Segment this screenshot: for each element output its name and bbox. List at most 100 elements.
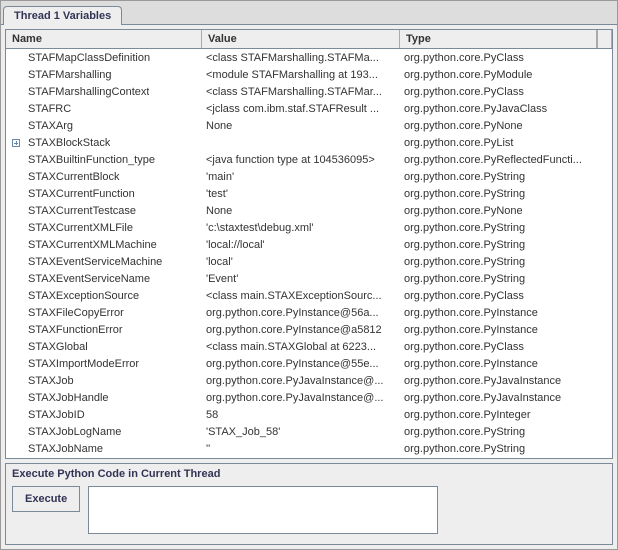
- cell-type: org.python.core.PyClass: [400, 290, 612, 302]
- cell-value: 'STAX_Job_58': [202, 426, 400, 438]
- col-header-name[interactable]: Name: [6, 30, 202, 48]
- cell-name: STAXJobLogName: [6, 426, 202, 438]
- cell-name: STAXCurrentXMLFile: [6, 222, 202, 234]
- cell-name: STAXCurrentXMLMachine: [6, 239, 202, 251]
- execute-row: Execute: [12, 486, 606, 534]
- tree-leaf-icon: [12, 105, 20, 113]
- table-row[interactable]: STAXCurrentXMLMachine'local://local'org.…: [6, 236, 612, 253]
- variable-name: STAFMarshalling: [22, 69, 112, 81]
- variable-name: STAXImportModeError: [22, 358, 139, 370]
- table-row[interactable]: STAFRC<jclass com.ibm.staf.STAFResult ..…: [6, 100, 612, 117]
- scrollbar-header-pad: [597, 30, 612, 48]
- table-row[interactable]: STAFMarshalling <module STAFMarshalling a…: [6, 66, 612, 83]
- cell-type: org.python.core.PyReflectedFuncti...: [400, 154, 612, 166]
- cell-type: org.python.core.PyInstance: [400, 358, 612, 370]
- table-row[interactable]: STAXArgNoneorg.python.core.PyNone: [6, 117, 612, 134]
- cell-value: 'test': [202, 188, 400, 200]
- table-row[interactable]: STAXEventServiceMachine'local'org.python…: [6, 253, 612, 270]
- cell-type: org.python.core.PyString: [400, 171, 612, 183]
- tree-leaf-icon: [12, 394, 20, 402]
- table-row[interactable]: STAXImportModeError org.python.core.PyIns…: [6, 355, 612, 372]
- tree-leaf-icon: [12, 275, 20, 283]
- table-row[interactable]: STAFMapClassDefinition <class STAFMarshal…: [6, 49, 612, 66]
- table-body[interactable]: STAFMapClassDefinition <class STAFMarshal…: [6, 49, 612, 458]
- cell-type: org.python.core.PyInstance: [400, 307, 612, 319]
- cell-type: org.python.core.PyNone: [400, 120, 612, 132]
- table-row[interactable]: STAXJobName''org.python.core.PyString: [6, 440, 612, 457]
- execute-button[interactable]: Execute: [12, 486, 80, 512]
- cell-value: 'Event': [202, 273, 400, 285]
- cell-type: org.python.core.PyClass: [400, 52, 612, 64]
- cell-name: STAXEventServiceMachine: [6, 256, 202, 268]
- tree-leaf-icon: [12, 326, 20, 334]
- variable-name: STAXCurrentXMLFile: [22, 222, 133, 234]
- variable-name: STAXBuiltinFunction_type: [22, 154, 155, 166]
- execute-panel: Execute Python Code in Current Thread Ex…: [5, 463, 613, 545]
- col-header-value[interactable]: Value: [202, 30, 400, 48]
- variable-name: STAXJob: [22, 375, 74, 387]
- table-header: Name Value Type: [6, 30, 612, 49]
- cell-type: org.python.core.PyModule: [400, 69, 612, 81]
- variable-name: STAXJobID: [22, 409, 85, 421]
- cell-type: org.python.core.PyJavaInstance: [400, 392, 612, 404]
- tree-leaf-icon: [12, 71, 20, 79]
- tree-leaf-icon: [12, 207, 20, 215]
- variable-name: STAFMapClassDefinition: [22, 52, 150, 64]
- variable-name: STAXCurrentFunction: [22, 188, 135, 200]
- table-row[interactable]: STAXJobHandleorg.python.core.PyJavaInsta…: [6, 389, 612, 406]
- cell-value: 58: [202, 409, 400, 421]
- cell-type: org.python.core.PyJavaInstance: [400, 375, 612, 387]
- variable-name: STAXArg: [22, 120, 73, 132]
- table-row[interactable]: STAXBuiltinFunction_type<java function t…: [6, 151, 612, 168]
- table-row[interactable]: STAFMarshallingContext<class STAFMarshal…: [6, 83, 612, 100]
- table-row[interactable]: STAXCurrentXMLFile'c:\staxtest\debug.xml…: [6, 219, 612, 236]
- tree-leaf-icon: [12, 445, 20, 453]
- cell-name: STAFMarshallingContext: [6, 86, 202, 98]
- table-row[interactable]: STAXFileCopyErrororg.python.core.PyInsta…: [6, 304, 612, 321]
- table-row[interactable]: STAXCurrentFunction 'test'org.python.core…: [6, 185, 612, 202]
- cell-type: org.python.core.PyInteger: [400, 409, 612, 421]
- variable-name: STAXJobLogName: [22, 426, 121, 438]
- cell-name: STAXEventServiceName: [6, 273, 202, 285]
- table-row[interactable]: STAXJoborg.python.core.PyJavaInstance@..…: [6, 372, 612, 389]
- tree-leaf-icon: [12, 54, 20, 62]
- table-row[interactable]: STAXBlockStack org.python.core.PyList: [6, 134, 612, 151]
- cell-value: <jclass com.ibm.staf.STAFResult ...: [202, 103, 400, 115]
- cell-type: org.python.core.PyString: [400, 426, 612, 438]
- table-row[interactable]: STAXGlobal<class main.STAXGlobal at 6223…: [6, 338, 612, 355]
- cell-value: org.python.core.PyInstance@56a...: [202, 307, 400, 319]
- tree-leaf-icon: [12, 156, 20, 164]
- table-row[interactable]: STAXCurrentBlock'main'org.python.core.Py…: [6, 168, 612, 185]
- cell-type: org.python.core.PyString: [400, 443, 612, 455]
- table-row[interactable]: STAXJobLogName 'STAX_Job_58'org.python.co…: [6, 423, 612, 440]
- cell-value: 'local': [202, 256, 400, 268]
- cell-value: 'local://local': [202, 239, 400, 251]
- python-code-input[interactable]: [88, 486, 438, 534]
- cell-name: STAXBuiltinFunction_type: [6, 154, 202, 166]
- table-row[interactable]: STAXFunctionErrororg.python.core.PyInsta…: [6, 321, 612, 338]
- cell-value: <module STAFMarshalling at 193...: [202, 69, 400, 81]
- cell-type: org.python.core.PyJavaClass: [400, 103, 612, 115]
- cell-type: org.python.core.PyString: [400, 273, 612, 285]
- cell-name: STAXFunctionError: [6, 324, 202, 336]
- cell-name: STAXExceptionSource: [6, 290, 202, 302]
- table-row[interactable]: STAXExceptionSource<class main.STAXExcep…: [6, 287, 612, 304]
- tree-expand-icon[interactable]: [12, 139, 20, 147]
- cell-value: org.python.core.PyJavaInstance@...: [202, 392, 400, 404]
- table-row[interactable]: STAXJobID 58org.python.core.PyInteger: [6, 406, 612, 423]
- table-row[interactable]: STAXEventServiceName'Event'org.python.co…: [6, 270, 612, 287]
- cell-value: <class STAFMarshalling.STAFMa...: [202, 52, 400, 64]
- cell-name: STAXGlobal: [6, 341, 202, 353]
- tab-thread-variables[interactable]: Thread 1 Variables: [3, 6, 122, 25]
- cell-type: org.python.core.PyString: [400, 222, 612, 234]
- cell-type: org.python.core.PyString: [400, 188, 612, 200]
- variable-name: STAXBlockStack: [22, 137, 110, 149]
- variables-panel: Thread 1 Variables Name Value Type STAFM…: [0, 0, 618, 550]
- tab-bar: Thread 1 Variables: [1, 1, 617, 25]
- variable-name: STAXCurrentXMLMachine: [22, 239, 157, 251]
- cell-name: STAXCurrentFunction: [6, 188, 202, 200]
- col-header-type[interactable]: Type: [400, 30, 597, 48]
- table-row[interactable]: STAXCurrentTestcaseNoneorg.python.core.P…: [6, 202, 612, 219]
- cell-value: <class main.STAXExceptionSourc...: [202, 290, 400, 302]
- cell-type: org.python.core.PyList: [400, 137, 612, 149]
